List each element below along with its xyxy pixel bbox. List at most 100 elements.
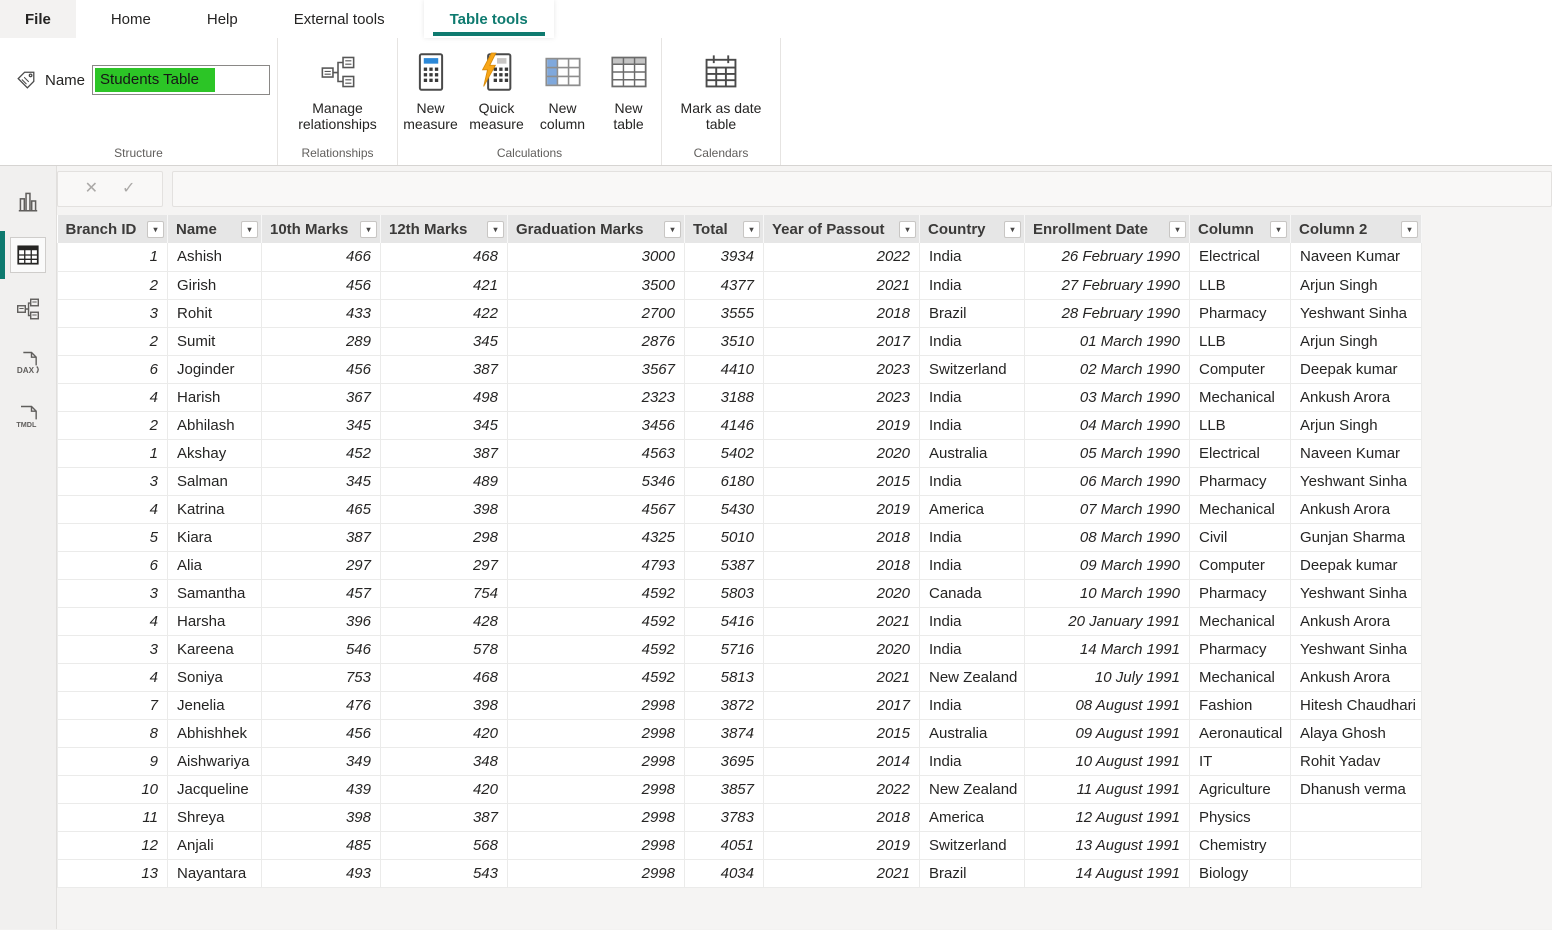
- cell[interactable]: 4051: [685, 831, 764, 859]
- cell[interactable]: 2998: [508, 691, 685, 719]
- cell[interactable]: 2018: [764, 299, 920, 327]
- cell[interactable]: 02 March 1990: [1025, 355, 1190, 383]
- cell[interactable]: 3456: [508, 411, 685, 439]
- cell[interactable]: 10: [58, 775, 168, 803]
- cell[interactable]: Chemistry: [1190, 831, 1291, 859]
- cell[interactable]: 01 March 1990: [1025, 327, 1190, 355]
- cell[interactable]: 4325: [508, 523, 685, 551]
- cell[interactable]: 2017: [764, 327, 920, 355]
- cell[interactable]: 422: [381, 299, 508, 327]
- column-header-country[interactable]: Country▾: [920, 215, 1025, 243]
- cell[interactable]: 465: [262, 495, 381, 523]
- cell[interactable]: 2021: [764, 271, 920, 299]
- cell[interactable]: 345: [262, 467, 381, 495]
- cell[interactable]: 4377: [685, 271, 764, 299]
- cell[interactable]: 2: [58, 327, 168, 355]
- column-header-column[interactable]: Column▾: [1190, 215, 1291, 243]
- cell[interactable]: 3500: [508, 271, 685, 299]
- cell[interactable]: 578: [381, 635, 508, 663]
- cell[interactable]: Ankush Arora: [1291, 607, 1422, 635]
- cell[interactable]: Deepak kumar: [1291, 551, 1422, 579]
- column-header-12th-marks[interactable]: 12th Marks▾: [381, 215, 508, 243]
- cell[interactable]: Ankush Arora: [1291, 383, 1422, 411]
- cell[interactable]: 3000: [508, 243, 685, 271]
- cell[interactable]: 297: [381, 551, 508, 579]
- cell[interactable]: Arjun Singh: [1291, 411, 1422, 439]
- cell[interactable]: 06 March 1990: [1025, 467, 1190, 495]
- cell[interactable]: Pharmacy: [1190, 467, 1291, 495]
- cell[interactable]: 04 March 1990: [1025, 411, 1190, 439]
- cell[interactable]: 09 August 1991: [1025, 719, 1190, 747]
- cell[interactable]: 7: [58, 691, 168, 719]
- cell[interactable]: 2876: [508, 327, 685, 355]
- column-header-name[interactable]: Name▾: [168, 215, 262, 243]
- cell[interactable]: 433: [262, 299, 381, 327]
- cell[interactable]: Pharmacy: [1190, 579, 1291, 607]
- cell[interactable]: Shreya: [168, 803, 262, 831]
- cell[interactable]: 9: [58, 747, 168, 775]
- nav-dax-query-view[interactable]: DAX: [0, 336, 56, 390]
- cell[interactable]: 5010: [685, 523, 764, 551]
- cell[interactable]: 10 July 1991: [1025, 663, 1190, 691]
- cell[interactable]: 3874: [685, 719, 764, 747]
- cell[interactable]: Pharmacy: [1190, 299, 1291, 327]
- cell[interactable]: Soniya: [168, 663, 262, 691]
- cell[interactable]: Alaya Ghosh: [1291, 719, 1422, 747]
- cell[interactable]: 2020: [764, 579, 920, 607]
- cell[interactable]: New Zealand: [920, 775, 1025, 803]
- cell[interactable]: Harish: [168, 383, 262, 411]
- cell[interactable]: Joginder: [168, 355, 262, 383]
- cell[interactable]: Jenelia: [168, 691, 262, 719]
- cell[interactable]: 4: [58, 495, 168, 523]
- cell[interactable]: New Zealand: [920, 663, 1025, 691]
- cell[interactable]: Gunjan Sharma: [1291, 523, 1422, 551]
- cell[interactable]: Girish: [168, 271, 262, 299]
- cell[interactable]: 3: [58, 635, 168, 663]
- menu-help[interactable]: Help: [186, 0, 259, 38]
- cell[interactable]: 5416: [685, 607, 764, 635]
- cell[interactable]: 420: [381, 719, 508, 747]
- cell[interactable]: Kareena: [168, 635, 262, 663]
- cell[interactable]: Aeronautical: [1190, 719, 1291, 747]
- cell[interactable]: Agriculture: [1190, 775, 1291, 803]
- cell[interactable]: 4034: [685, 859, 764, 887]
- cell[interactable]: 4563: [508, 439, 685, 467]
- column-header-10th-marks[interactable]: 10th Marks▾: [262, 215, 381, 243]
- cell[interactable]: 398: [381, 691, 508, 719]
- cell[interactable]: 476: [262, 691, 381, 719]
- cell[interactable]: 3857: [685, 775, 764, 803]
- cell[interactable]: 468: [381, 243, 508, 271]
- cell[interactable]: 07 March 1990: [1025, 495, 1190, 523]
- cell[interactable]: 2015: [764, 467, 920, 495]
- cell[interactable]: Aishwariya: [168, 747, 262, 775]
- cell[interactable]: Yeshwant Sinha: [1291, 579, 1422, 607]
- filter-dropdown-icon[interactable]: ▾: [487, 221, 504, 238]
- cell[interactable]: 2998: [508, 775, 685, 803]
- menu-home[interactable]: Home: [90, 0, 172, 38]
- cell[interactable]: Computer: [1190, 551, 1291, 579]
- cell[interactable]: IT: [1190, 747, 1291, 775]
- cell[interactable]: 4793: [508, 551, 685, 579]
- menu-file[interactable]: File: [0, 0, 76, 38]
- cell[interactable]: Samantha: [168, 579, 262, 607]
- nav-tmdl-view[interactable]: TMDL: [0, 390, 56, 444]
- filter-dropdown-icon[interactable]: ▾: [1169, 221, 1186, 238]
- cell[interactable]: India: [920, 691, 1025, 719]
- cell[interactable]: 2019: [764, 831, 920, 859]
- cell[interactable]: 753: [262, 663, 381, 691]
- cell[interactable]: 4410: [685, 355, 764, 383]
- cell[interactable]: LLB: [1190, 271, 1291, 299]
- cell[interactable]: 396: [262, 607, 381, 635]
- cell[interactable]: 1: [58, 243, 168, 271]
- cell[interactable]: Naveen Kumar: [1291, 439, 1422, 467]
- cell[interactable]: 10 March 1990: [1025, 579, 1190, 607]
- cell[interactable]: 568: [381, 831, 508, 859]
- column-header-graduation-marks[interactable]: Graduation Marks▾: [508, 215, 685, 243]
- cell[interactable]: 4592: [508, 663, 685, 691]
- cell[interactable]: Alia: [168, 551, 262, 579]
- cell[interactable]: Brazil: [920, 859, 1025, 887]
- cell[interactable]: 420: [381, 775, 508, 803]
- cell[interactable]: Rohit Yadav: [1291, 747, 1422, 775]
- cell[interactable]: 456: [262, 719, 381, 747]
- cell[interactable]: 14 August 1991: [1025, 859, 1190, 887]
